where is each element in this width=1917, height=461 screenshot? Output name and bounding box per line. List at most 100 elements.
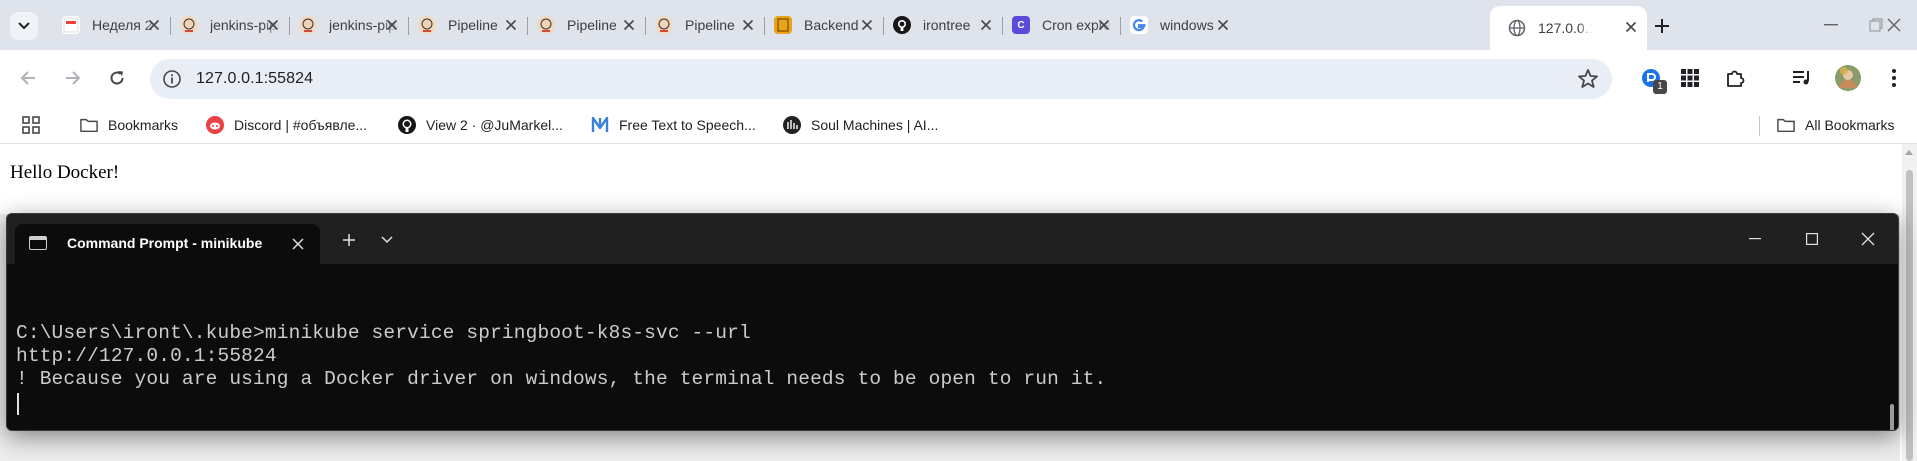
browser-tab[interactable]: Backend (764, 9, 884, 41)
chevron-down-icon (381, 236, 393, 244)
extension-badge: 1 (1653, 80, 1667, 94)
tab-close-icon[interactable] (146, 17, 162, 33)
page-scroll-thumb[interactable] (1906, 170, 1913, 461)
minimize-icon (1749, 238, 1761, 240)
terminal-minimize-button[interactable] (1740, 226, 1770, 252)
browser-tab[interactable]: Pipeline (645, 9, 765, 41)
text-cursor (17, 393, 19, 415)
bookmark-label: Free Text to Speech... (619, 117, 756, 133)
apps-grid-icon (1681, 69, 1699, 87)
terminal-titlebar[interactable]: Command Prompt - minikube (7, 214, 1898, 264)
browser-tab[interactable]: jenkins-pipeline (289, 9, 409, 41)
bookmarks-bar: Bookmarks Discord | #объявле... View 2 ·… (0, 106, 1917, 144)
address-text[interactable]: 127.0.0.1:55824 (196, 70, 313, 88)
new-tab-button[interactable] (1648, 12, 1676, 40)
terminal-icon (29, 236, 47, 250)
natural-reader-icon (591, 116, 609, 134)
terminal-line: http://127.0.0.1:55824 (16, 345, 277, 367)
jenkins-icon (537, 16, 555, 34)
tab-title: 127.0.0.1:55824 (1538, 20, 1592, 36)
tab-close-icon[interactable] (859, 17, 875, 33)
page-scrollbar[interactable] (1902, 144, 1917, 461)
browser-menu-button[interactable] (1880, 64, 1908, 92)
terminal-maximize-button[interactable] (1797, 226, 1827, 252)
close-icon[interactable] (290, 236, 306, 252)
bookmark-discord[interactable]: Discord | #объявле... (206, 114, 367, 136)
profile-avatar[interactable] (1834, 64, 1862, 92)
address-bar[interactable]: 127.0.0.1:55824 (150, 59, 1612, 99)
tab-close-icon[interactable] (1096, 17, 1112, 33)
tab-close-icon[interactable] (384, 17, 400, 33)
cron-icon: C (1012, 16, 1030, 34)
browser-tab[interactable]: Pipeline (408, 9, 528, 41)
browser-toolbar: 127.0.0.1:55824 1 (0, 50, 1917, 106)
apps-shortcut-icon (22, 116, 40, 134)
bookmark-star-icon[interactable] (1576, 67, 1600, 91)
site-info-icon[interactable] (162, 69, 182, 89)
terminal-line: ! Because you are using a Docker driver … (16, 368, 1107, 390)
browser-tab[interactable]: CCron expression (1002, 9, 1121, 41)
forward-button[interactable] (57, 62, 89, 94)
bookmark-label: Soul Machines | AI... (811, 117, 939, 133)
arrow-right-icon (66, 71, 81, 85)
browser-tab[interactable]: 127.0.0.1:55824 (1490, 6, 1647, 50)
apps-shortcut[interactable] (22, 114, 40, 136)
more-vert-icon (1892, 69, 1896, 87)
all-bookmarks-label: All Bookmarks (1805, 117, 1895, 133)
reload-icon (110, 71, 124, 85)
browser-tab[interactable]: Неделя 2 (52, 9, 171, 41)
browser-tab[interactable]: irontree (883, 9, 1003, 41)
soul-machines-icon (783, 116, 801, 134)
terminal-dropdown-button[interactable] (375, 228, 399, 252)
media-controls-button[interactable] (1788, 64, 1816, 92)
terminal-window[interactable]: Command Prompt - minikube C:\Users\iront… (6, 213, 1899, 431)
close-icon (1861, 232, 1875, 246)
google-icon (1130, 16, 1148, 34)
tab-close-icon[interactable] (740, 17, 756, 33)
bookmark-soul-machines[interactable]: Soul Machines | AI... (783, 114, 938, 136)
tab-close-icon[interactable] (1623, 19, 1639, 35)
tab-close-icon[interactable] (1215, 17, 1231, 33)
jenkins-icon (655, 16, 673, 34)
close-window-button[interactable] (1879, 10, 1909, 40)
browser-tab[interactable]: jenkins-pipeline (170, 9, 290, 41)
tab-strip: Неделя 2jenkins-pipelinejenkins-pipeline… (0, 0, 1917, 50)
folder-icon (1777, 116, 1795, 134)
puzzle-icon (1727, 70, 1745, 87)
scroll-up-arrow-icon[interactable] (1905, 150, 1913, 155)
bookmark-folder[interactable]: Bookmarks (80, 114, 178, 136)
discord-icon (206, 116, 224, 134)
browser-tab[interactable]: windows (1120, 9, 1239, 41)
tab-close-icon[interactable] (265, 17, 281, 33)
tab-close-icon[interactable] (503, 17, 519, 33)
extension-button[interactable]: 1 (1637, 64, 1667, 94)
apps-button[interactable] (1676, 64, 1704, 92)
back-button[interactable] (12, 62, 44, 94)
tab-search-button[interactable] (10, 12, 38, 40)
all-bookmarks-button[interactable]: All Bookmarks (1777, 114, 1894, 136)
tab-close-icon[interactable] (621, 17, 637, 33)
extensions-menu-button[interactable] (1721, 64, 1749, 92)
bookmark-tts[interactable]: Free Text to Speech... (591, 114, 756, 136)
chevron-down-icon (18, 22, 30, 30)
github-icon (893, 16, 911, 34)
plus-icon (1655, 19, 1669, 33)
minimize-window-button[interactable] (1816, 10, 1846, 40)
folder-icon (80, 116, 98, 134)
terminal-output[interactable]: C:\Users\iront\.kube>minikube service sp… (7, 264, 1898, 430)
new-terminal-tab-button[interactable] (337, 228, 361, 252)
arrow-left-icon (20, 71, 35, 85)
jenkins-icon (299, 16, 317, 34)
avatar-icon (1835, 65, 1861, 91)
jenkins-icon (180, 16, 198, 34)
terminal-tab[interactable]: Command Prompt - minikube (15, 224, 320, 264)
page-text: Hello Docker! (10, 162, 120, 183)
bookmark-github[interactable]: View 2 · @JuMarkel... (398, 114, 563, 136)
terminal-scrollbar[interactable] (1890, 404, 1894, 430)
reload-button[interactable] (101, 62, 133, 94)
bookmark-label: Discord | #объявле... (234, 117, 368, 133)
tab-close-icon[interactable] (978, 17, 994, 33)
maximize-icon (1806, 233, 1818, 245)
browser-tab[interactable]: Pipeline (527, 9, 646, 41)
terminal-close-button[interactable] (1853, 226, 1883, 252)
